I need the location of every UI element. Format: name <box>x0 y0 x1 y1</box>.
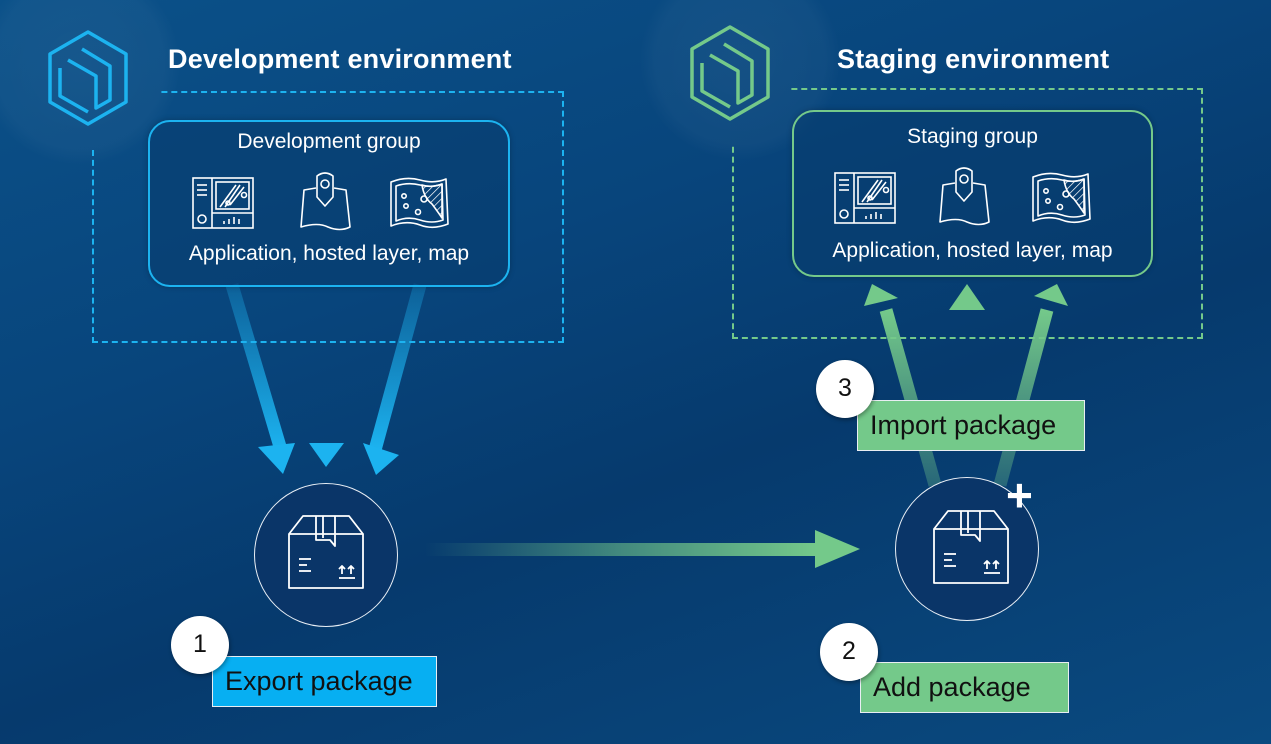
step-3-badge: 3 <box>816 360 874 418</box>
staging-logo-icon <box>690 25 770 121</box>
dev-group-title: Development group <box>237 130 421 153</box>
staging-group-box: Staging group Application, hosted layer,… <box>792 110 1153 277</box>
map-pin-layer-icon <box>300 172 351 231</box>
dev-group-caption: Application, hosted layer, map <box>188 242 470 265</box>
hatched-map-icon <box>1032 172 1091 224</box>
step-3-label-import-package: Import package <box>857 400 1085 451</box>
step-1-badge: 1 <box>171 616 229 674</box>
package-box-icon <box>288 515 364 589</box>
hatched-map-icon <box>390 177 449 229</box>
step-1-label-export-package: Export package <box>212 656 437 707</box>
dev-logo-icon <box>48 30 128 126</box>
dashboard-app-icon <box>834 172 896 224</box>
dashboard-app-icon <box>192 177 254 229</box>
export-package-node <box>254 483 398 627</box>
dev-group-box: Development group Application, hosted la… <box>148 120 510 287</box>
step-2-label-add-package: Add package <box>860 662 1069 713</box>
step-2-badge: 2 <box>820 623 878 681</box>
map-pin-layer-icon <box>939 167 990 226</box>
plus-icon: + <box>1006 469 1033 521</box>
package-box-icon <box>933 510 1009 584</box>
transfer-arrow <box>425 530 860 568</box>
staging-group-title: Staging group <box>907 125 1038 148</box>
staging-group-caption: Application, hosted layer, map <box>832 239 1113 262</box>
